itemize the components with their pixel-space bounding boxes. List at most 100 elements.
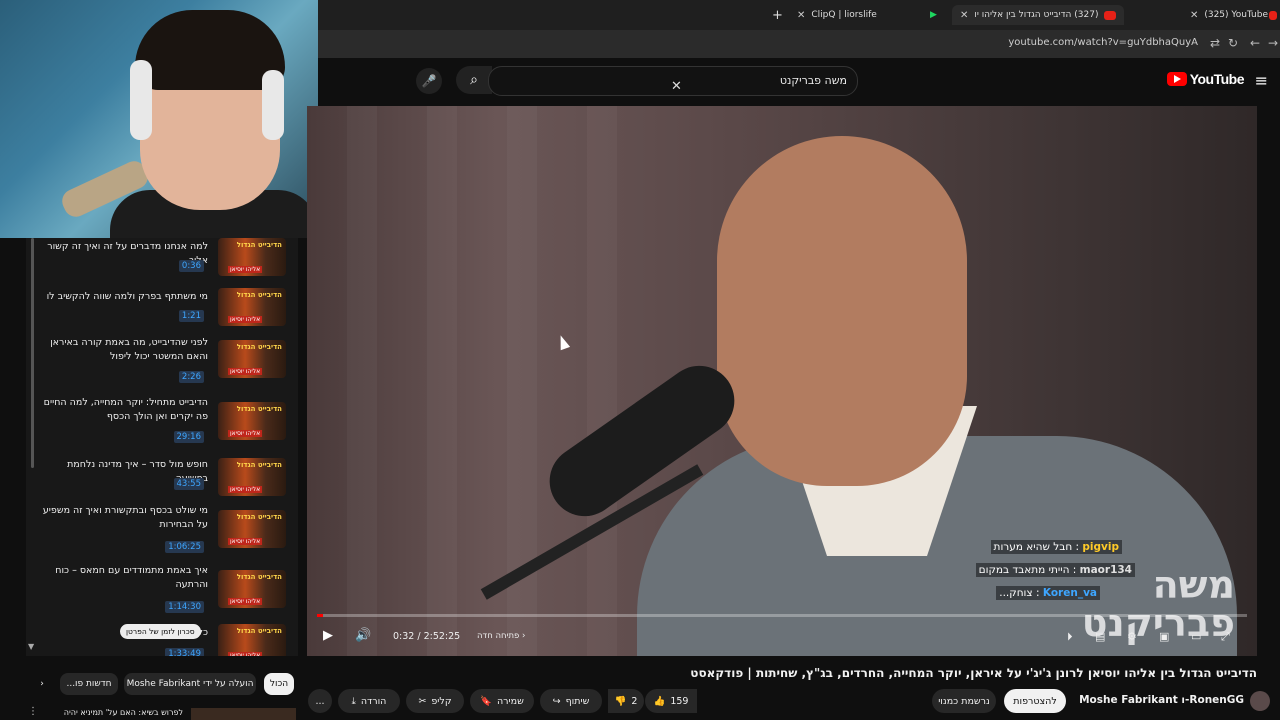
- close-icon[interactable]: ✕: [1190, 10, 1198, 21]
- miniplayer-icon[interactable]: ▣: [1159, 630, 1169, 643]
- translate-icon[interactable]: ⇄: [1210, 36, 1220, 50]
- chapter-title: הדיבייט מתחיל: יוקר המחייה, למה החיים פה…: [43, 397, 208, 422]
- chip-new[interactable]: חדשות פו...: [60, 673, 118, 695]
- headset-left: [130, 60, 152, 140]
- volume-icon[interactable]: 🔊: [355, 628, 371, 643]
- chevron-left-icon[interactable]: ‹: [30, 673, 54, 695]
- thumbs-down-icon: 👎: [614, 695, 627, 707]
- clip-button[interactable]: ✂ קליפ: [406, 689, 464, 713]
- logo-text: YouTube: [1189, 71, 1245, 87]
- like-button[interactable]: 👍 159: [645, 689, 697, 713]
- more-actions-button[interactable]: ...: [308, 689, 332, 713]
- avatar[interactable]: [1250, 691, 1270, 711]
- chapter-thumbnail: הדיבייט הגדול אליהו יוסיאן: [218, 624, 286, 656]
- save-button[interactable]: 🔖 שמירה: [470, 689, 534, 713]
- subtitles-icon[interactable]: ▤: [1095, 630, 1105, 643]
- url-text[interactable]: youtube.com/watch?v=guYdbhaQuyA: [1008, 37, 1198, 48]
- chip-uploaded-by[interactable]: הועלה על ידי Moshe Fabrikant: [124, 673, 256, 695]
- chapter-time[interactable]: 43:55: [173, 478, 204, 490]
- chapters-panel: הדיבייט הגדול אליהו יוסיאן למה אנחנו מדבר…: [26, 238, 298, 656]
- speaker-head: [717, 136, 967, 486]
- recommendation-title: לפרוש בשיא: האם על' תמיניא יהיה: [63, 708, 183, 717]
- tab-video[interactable]: ✕ (327) הדיבייט הגדול בין אליהו יו: [952, 5, 1125, 25]
- youtube-favicon-icon: [1104, 10, 1117, 20]
- cast-icon[interactable]: ▭: [1191, 630, 1201, 643]
- search-icon: ⌕: [470, 72, 478, 88]
- download-button[interactable]: ⤓ הורדה: [338, 689, 400, 713]
- youtube-play-icon: [1166, 72, 1187, 86]
- player-controls: ▶ 🔊 0:32 / 2:52:25 פתיחה חדה › ⏵ ▤ ⚙ ▣ ▭…: [307, 622, 1257, 652]
- reload-icon[interactable]: ↻: [1228, 36, 1238, 50]
- address-bar[interactable]: youtube.com/watch?v=guYdbhaQuyA ⇄ ↻ ← →: [318, 30, 1280, 58]
- filter-chips: ‹ חדשות פו... הועלה על ידי Moshe Fabrika…: [30, 673, 300, 697]
- channel-action-row: ... ⤓ הורדה ✂ קליפ 🔖 שמירה ↪ שיתוף 👎 2 👍 159 נ…: [302, 689, 1280, 715]
- chapter-time[interactable]: 2:26: [178, 371, 204, 383]
- chat-message: Koren_va : צוחק...: [996, 586, 1100, 600]
- chapter-thumbnail: הדיבייט הגדול אליהו יוסיאן: [218, 288, 286, 326]
- menu-icon[interactable]: ≡: [1255, 71, 1268, 90]
- tab-label: (327) הדיבייט הגדול בין אליהו יו: [974, 10, 1099, 20]
- new-tab-icon[interactable]: +: [772, 5, 783, 25]
- progress-fill: [317, 614, 323, 617]
- more-vert-icon[interactable]: ⋮: [28, 706, 38, 717]
- chip-all[interactable]: הכול: [264, 673, 294, 695]
- search-button[interactable]: ⌕: [456, 66, 492, 94]
- search-query: משה פבריקנט: [779, 74, 847, 87]
- close-icon[interactable]: ✕: [960, 10, 968, 21]
- share-button[interactable]: ↪ שיתוף: [540, 689, 602, 713]
- chapter-thumbnail: הדיבייט הגדול אליהו יוסיאן: [218, 340, 286, 378]
- progress-bar[interactable]: [317, 614, 1247, 617]
- chapter-time[interactable]: 1:06:25: [165, 541, 204, 553]
- back-icon[interactable]: ←: [1250, 36, 1260, 50]
- webcam-overlay: [0, 0, 318, 238]
- chat-message: maor134 : הייתי מתאבד במקום: [975, 563, 1135, 577]
- chapter-time[interactable]: 1:33:49: [165, 648, 204, 656]
- play-icon[interactable]: ▶: [323, 628, 333, 643]
- chapter-tooltip: סכרון לזמן של הפרטן: [120, 624, 201, 639]
- chapter-time[interactable]: 1:21: [178, 310, 204, 322]
- close-icon[interactable]: ✕: [797, 10, 805, 21]
- search-input[interactable]: ✕ משה פבריקנט: [488, 66, 858, 96]
- bookmark-icon: 🔖: [480, 695, 492, 707]
- chapter-thumbnail: הדיבייט הגדול אליהו יוסיאן: [218, 570, 286, 608]
- youtube-logo[interactable]: YouTube: [1166, 71, 1245, 87]
- chapter-thumbnail: הדיבייט הגדול אליהו יוסיאן: [218, 510, 286, 548]
- clear-icon[interactable]: ✕: [671, 79, 682, 94]
- download-icon: ⤓: [351, 695, 356, 707]
- tab-clipq[interactable]: ✕ ClipQ | liorslife: [797, 5, 877, 25]
- share-icon: ↪: [552, 695, 561, 707]
- play-audio-icon: ▶: [930, 10, 937, 20]
- chapter-thumbnail: הדיבייט הגדול אליהו יוסיאן: [218, 458, 286, 496]
- dislike-button[interactable]: 👎 2: [608, 689, 644, 713]
- chapter-time[interactable]: 29:16: [173, 431, 204, 443]
- settings-icon[interactable]: ⚙: [1127, 630, 1137, 643]
- join-button[interactable]: להצטרפות: [1004, 689, 1066, 713]
- chapter-thumbnail: הדיבייט הגדול אליהו יוסיאן: [218, 402, 286, 440]
- chapter-thumbnail: הדיבייט הגדול אליהו יוסיאן: [218, 238, 286, 276]
- time-display: 0:32 / 2:52:25: [393, 631, 461, 642]
- chapter-title: לפני שהדיבייט, מה באמת קורה באיראן והאם …: [50, 337, 208, 362]
- subscribed-button[interactable]: נרשמת כמנוי: [932, 689, 996, 713]
- scissors-icon: ✂: [418, 695, 427, 707]
- autoplay-toggle-icon[interactable]: ⏵: [1067, 630, 1073, 644]
- chapter-title: איך באמת מתמודדים עם חמאס – כוח והרתעה: [55, 565, 208, 590]
- chat-message: pigvip : חבל שהיא מערות: [990, 540, 1122, 554]
- chapter-title: מי שולט בכסף ובתקשורת ואיך זה משפיע על ה…: [42, 505, 208, 530]
- chapter-button[interactable]: פתיחה חדה ›: [477, 631, 525, 641]
- tab-youtube[interactable]: ✕ (325) YouTube: [1190, 5, 1268, 25]
- headset-right: [262, 70, 284, 140]
- thumbs-up-icon: 👍: [653, 695, 666, 707]
- chat-overlay: pigvip : חבל שהיא מערות maor134 : הייתי …: [975, 540, 1280, 606]
- tab-label: ClipQ | liorslife: [811, 10, 877, 20]
- youtube-header: 🎤 ⌕ ✕ משה פבריקנט YouTube ≡: [318, 58, 1280, 104]
- scroll-down-icon[interactable]: ▼: [28, 642, 34, 651]
- forward-icon[interactable]: →: [1268, 36, 1278, 50]
- recommendation-item[interactable]: ⋮ לפרוש בשיא: האם על' תמיניא יהיה: [26, 706, 298, 720]
- chapter-time[interactable]: 1:14:30: [165, 601, 204, 613]
- video-title: הדיבייט הגדול בין אליהו יוסיאן לרונן ג'י…: [690, 666, 1257, 680]
- channel-name[interactable]: RonenGG-ו Moshe Fabrikant: [1079, 694, 1244, 706]
- microphone-icon[interactable]: 🎤: [416, 68, 442, 94]
- chapters-scrollbar[interactable]: [31, 238, 34, 468]
- chapter-time[interactable]: 0:36: [178, 260, 204, 272]
- fullscreen-icon[interactable]: ⤢: [1221, 630, 1230, 644]
